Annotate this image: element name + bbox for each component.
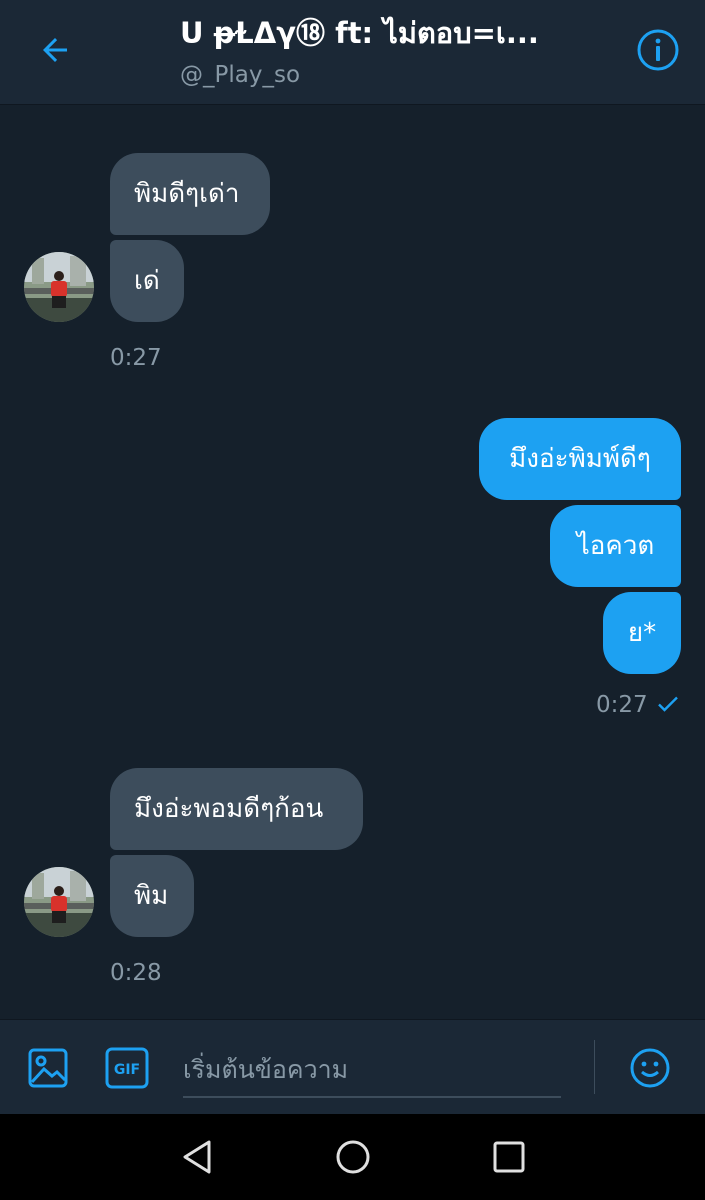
- sent-check-icon: [658, 696, 678, 712]
- message-timestamp: 0:27: [596, 692, 648, 718]
- image-icon: [28, 1048, 68, 1088]
- info-icon: [637, 29, 679, 71]
- conversation-username: @_Play_so: [180, 62, 301, 88]
- info-button[interactable]: [634, 26, 682, 74]
- message-text: เด่: [134, 266, 160, 296]
- message-text: ย*: [627, 618, 657, 648]
- message-text: ไอควต: [576, 531, 655, 561]
- back-button[interactable]: [30, 28, 80, 72]
- nav-home-icon: [336, 1140, 370, 1174]
- outgoing-message-bubble[interactable]: ย*: [603, 592, 681, 674]
- gif-label: GIF: [114, 1062, 140, 1078]
- incoming-message-bubble[interactable]: พิม: [110, 855, 194, 937]
- conversation-title: ᑌ ᵽⱢΔγ⑱ ft: ไม่ตอบ=เ...: [180, 16, 539, 50]
- emoji-icon: [630, 1048, 670, 1088]
- nav-home-button[interactable]: [330, 1134, 376, 1180]
- outgoing-message-bubble[interactable]: ไอควต: [550, 505, 681, 587]
- message-timestamp: 0:28: [110, 960, 162, 986]
- nav-recents-button[interactable]: [486, 1134, 532, 1180]
- message-composer: GIF: [0, 1019, 705, 1115]
- gif-icon: GIF: [105, 1047, 149, 1089]
- incoming-message-bubble[interactable]: เด่: [110, 240, 184, 322]
- avatar[interactable]: [24, 867, 94, 937]
- message-input[interactable]: [183, 1042, 561, 1098]
- message-text: มึงอ่ะพิมพ์ดีๆ: [509, 444, 651, 474]
- message-text: พิมดีๆเด่า: [134, 179, 240, 209]
- add-image-button[interactable]: [26, 1046, 70, 1090]
- emoji-button[interactable]: [628, 1046, 672, 1090]
- outgoing-message-bubble[interactable]: มึงอ่ะพิมพ์ดีๆ: [479, 418, 681, 500]
- nav-recents-icon: [493, 1141, 525, 1173]
- avatar-photo: [24, 867, 94, 937]
- avatar[interactable]: [24, 252, 94, 322]
- add-gif-button[interactable]: GIF: [105, 1046, 149, 1090]
- conversation-header: ᑌ ᵽⱢΔγ⑱ ft: ไม่ตอบ=เ... @_Play_so: [0, 0, 705, 105]
- nav-back-icon: [183, 1140, 211, 1174]
- avatar-photo: [24, 252, 94, 322]
- composer-divider: [594, 1040, 595, 1094]
- nav-back-button[interactable]: [174, 1134, 220, 1180]
- incoming-message-bubble[interactable]: มึงอ่ะพอมดีๆก้อน: [110, 768, 363, 850]
- arrow-left-icon: [43, 38, 67, 62]
- message-text: พิม: [134, 881, 169, 911]
- message-timestamp: 0:27: [110, 345, 162, 371]
- system-navigation-bar: [0, 1114, 705, 1200]
- incoming-message-bubble[interactable]: พิมดีๆเด่า: [110, 153, 270, 235]
- message-text: มึงอ่ะพอมดีๆก้อน: [134, 794, 324, 824]
